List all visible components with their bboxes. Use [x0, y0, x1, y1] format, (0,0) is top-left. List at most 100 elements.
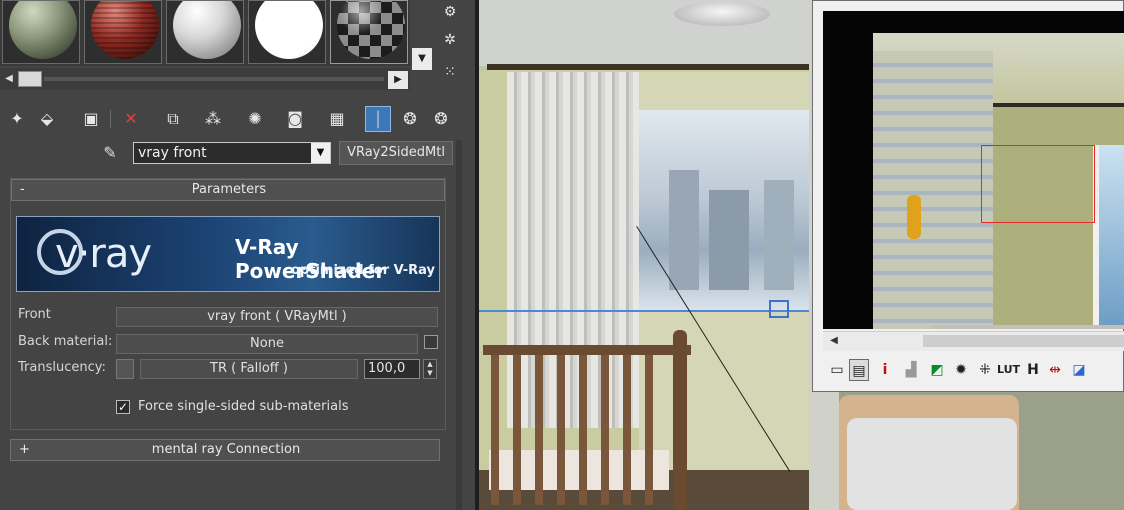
scroll-thumb[interactable] — [923, 335, 1124, 347]
material-sphere-checker — [337, 1, 405, 59]
info-icon[interactable]: i — [875, 359, 895, 381]
backlight-icon[interactable]: ✲ — [440, 30, 460, 50]
scroll-left-arrow-icon[interactable]: ◀ — [827, 333, 841, 349]
material-name-dropdown-icon[interactable]: ▼ — [311, 143, 330, 163]
slot-dropdown-arrow-icon[interactable]: ▼ — [412, 48, 432, 70]
parameters-rollout-header[interactable]: - Parameters — [11, 179, 445, 201]
sample-slot-1[interactable] — [2, 0, 80, 64]
compare-icon[interactable]: ⇹ — [1045, 359, 1065, 381]
get-material-icon[interactable]: ✦ — [4, 106, 30, 132]
scroll-left-arrow-icon[interactable]: ◀ — [2, 71, 16, 87]
render-window — [1093, 145, 1124, 329]
show-map-icon[interactable]: ⏐ — [365, 106, 391, 132]
scroll-right-arrow-icon[interactable]: ▶ — [388, 71, 408, 89]
viewport-ceiling — [479, 0, 839, 66]
region-render-icon[interactable]: ▤ — [849, 359, 869, 381]
panel-scrollbar[interactable] — [456, 140, 462, 510]
back-material-button[interactable]: None — [116, 334, 418, 354]
scroll-thumb[interactable] — [18, 71, 42, 87]
mental-ray-rollout-title: mental ray Connection — [151, 442, 301, 457]
material-sphere-wicker — [91, 1, 159, 59]
mental-ray-rollout-header[interactable]: + mental ray Connection — [10, 439, 440, 461]
sample-slot-2[interactable] — [84, 0, 162, 64]
crib-object[interactable] — [483, 330, 691, 510]
material-name-row: ✎ vray front ▼ VRay2SidedMtl — [0, 140, 475, 166]
material-sphere-stone — [9, 1, 77, 59]
vray-banner: v·ray V-Ray PowerShader optimized for V-… — [16, 216, 440, 292]
lut-icon[interactable]: LUT — [997, 359, 1020, 381]
material-id-icon[interactable]: ✺ — [242, 106, 268, 132]
render-canvas[interactable] — [823, 11, 1124, 329]
sample-slot-3[interactable] — [166, 0, 244, 64]
render-curtain-rod — [993, 103, 1124, 107]
put-to-library-icon[interactable]: ⁂ — [200, 106, 226, 132]
toolbar-divider — [110, 110, 111, 128]
crib-bar — [579, 355, 587, 505]
crib-bar — [623, 355, 631, 505]
front-material-button[interactable]: vray front ( VRayMtl ) — [116, 307, 438, 327]
color-correction-icon[interactable]: ◩ — [927, 359, 947, 381]
render-crib-rail — [933, 325, 1124, 329]
sample-type-icon[interactable]: ⚙ — [440, 2, 460, 22]
material-type-button[interactable]: VRay2SidedMtl — [339, 141, 453, 165]
history-icon[interactable]: H — [1023, 359, 1043, 381]
ceiling-lamp — [674, 2, 770, 26]
curtain-rod — [487, 64, 817, 70]
sample-slot-4[interactable] — [248, 0, 326, 64]
material-name-field[interactable]: vray front — [133, 142, 331, 164]
material-sphere-white-matte — [173, 1, 241, 59]
render-region-selection[interactable] — [981, 145, 1095, 223]
vray-logo-text: v·ray — [55, 231, 152, 277]
material-editor-panel: ◀ ▶ ⚙ ✲ ⁙ ▼ ✦ ⬙ ▣ ✕ ⧉ ⁂ ✺ ◙ ▦ ⏐ ❂ ❂ ✎ vr… — [0, 0, 475, 510]
translucency-color-swatch[interactable] — [116, 359, 134, 379]
make-unique-icon[interactable]: ⧉ — [160, 106, 186, 132]
rollout-title: Parameters — [191, 182, 267, 197]
crib-bar — [491, 355, 499, 505]
crib-bar — [601, 355, 609, 505]
sample-slots — [0, 0, 410, 66]
back-material-label: Back material: — [18, 334, 113, 349]
crib-bar — [645, 355, 653, 505]
histogram-icon[interactable]: ▟ — [901, 359, 921, 381]
background-icon[interactable]: ⁙ — [440, 62, 460, 82]
show-end-result-icon[interactable]: ▦ — [324, 106, 350, 132]
banner-subtitle: optimized for V-Ray — [291, 263, 436, 278]
force-single-sided-label: Force single-sided sub-materials — [138, 399, 349, 414]
render-frame-window[interactable]: ◀ ▭ ▤ i ▟ ◩ ✹ ⁜ LUT H ⇹ ◪ — [812, 0, 1124, 392]
selection-axis-line — [479, 310, 819, 312]
transform-gizmo[interactable] — [769, 300, 789, 318]
stereo-icon[interactable]: ◪ — [1069, 359, 1089, 381]
bed-pillow — [847, 418, 1017, 510]
scroll-track[interactable] — [44, 77, 384, 81]
put-to-scene-icon[interactable]: ⬙ — [34, 106, 60, 132]
render-toolbar: ▭ ▤ i ▟ ◩ ✹ ⁜ LUT H ⇹ ◪ — [823, 355, 1124, 385]
material-toolbar: ✦ ⬙ ▣ ✕ ⧉ ⁂ ✺ ◙ ▦ ⏐ ❂ ❂ — [0, 104, 475, 134]
translucency-spinner-icon[interactable]: ▲ ▼ — [423, 359, 437, 379]
back-material-checkbox[interactable] — [424, 335, 438, 349]
material-sphere-white — [255, 1, 323, 59]
crib-bar — [535, 355, 543, 505]
crib-rail — [483, 345, 691, 355]
go-to-parent-icon[interactable]: ❂ — [397, 106, 423, 132]
sample-slot-5-active[interactable] — [330, 0, 408, 64]
assign-material-icon[interactable]: ▣ — [78, 106, 104, 132]
render-striped-wall — [873, 51, 993, 329]
translucency-label: Translucency: — [18, 360, 106, 375]
crib-bar — [513, 355, 521, 505]
crib-bar — [557, 355, 565, 505]
translucency-map-button[interactable]: TR ( Falloff ) — [140, 359, 358, 379]
translucency-value-field[interactable]: 100,0 — [364, 359, 420, 379]
side-toolbar: ⚙ ✲ ⁙ — [412, 0, 475, 92]
delete-icon[interactable]: ✕ — [118, 106, 144, 132]
go-forward-icon[interactable]: ❂ — [428, 106, 454, 132]
eyedropper-icon[interactable]: ✎ — [100, 142, 120, 164]
channels-icon[interactable]: ⁜ — [975, 359, 995, 381]
sample-slot-scrollbar[interactable]: ◀ ▶ — [0, 68, 410, 90]
save-image-icon[interactable]: ▭ — [827, 359, 847, 381]
crib-post — [673, 330, 687, 510]
settings-icon[interactable]: ✹ — [951, 359, 971, 381]
show-in-viewport-icon[interactable]: ◙ — [282, 106, 308, 132]
render-wall-lamp — [907, 195, 921, 239]
force-single-sided-checkbox[interactable]: ✓ — [116, 400, 130, 414]
render-horizontal-scrollbar[interactable]: ◀ — [823, 331, 1124, 351]
